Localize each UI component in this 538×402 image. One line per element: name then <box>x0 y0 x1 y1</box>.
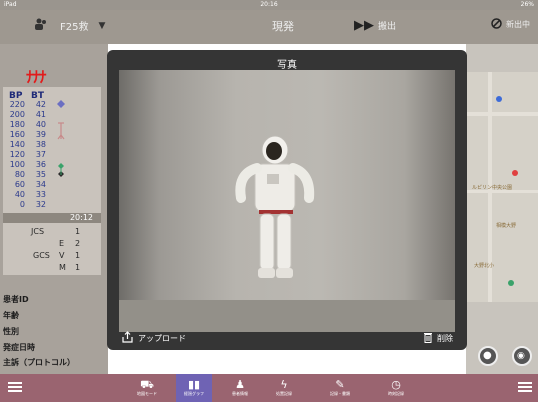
upload-label: アップロード <box>138 333 186 343</box>
nav-map[interactable]: ⛟ 地図モード <box>129 374 165 402</box>
upload-button[interactable]: アップロード <box>122 331 186 345</box>
left-panel: ﾅﾅﾅ BP BT 220 42 200 41 180 40 160 39 140 38 … <box>0 44 108 374</box>
block-button[interactable]: 新出中 <box>491 18 530 31</box>
upload-icon <box>122 331 133 345</box>
gcs-m-label: M <box>59 263 66 272</box>
ambulance-icon: ⛟ <box>140 378 154 391</box>
delete-button[interactable]: 削除 <box>423 331 453 345</box>
map-label: ルピリン中央公園 <box>472 185 513 191</box>
nav-graph[interactable]: ▮▮ 経過グラフ <box>176 374 212 402</box>
nav-documents[interactable]: ✎ 記録・書類 <box>322 374 358 402</box>
team-icon <box>34 18 48 33</box>
lightning-icon: ϟ <box>280 378 288 391</box>
gcs-e-value: 2 <box>75 239 81 248</box>
vitals-markers <box>57 100 65 177</box>
chevron-down-icon: ▼ <box>98 20 106 31</box>
team-label: F25救 <box>60 22 89 33</box>
block-icon <box>491 18 502 31</box>
clock: 20:16 <box>260 1 278 8</box>
pen-icon: ✎ <box>335 378 345 391</box>
map-label: 相模大野 <box>496 223 517 229</box>
vitals-chart[interactable]: BP BT 220 42 200 41 180 40 160 39 140 38 120 3… <box>3 87 101 275</box>
map-pin-icon[interactable] <box>512 170 518 176</box>
trash-icon <box>423 331 433 345</box>
bottom-nav: ⛟ 地図モード ▮▮ 経過グラフ ♟ 患者情報 ϟ 処置記録 ✎ 記録・書類 ◷… <box>0 374 538 402</box>
transfer-label: 搬出 <box>378 22 397 32</box>
gcs-v-value: 1 <box>75 251 81 260</box>
astronaut-figure-image <box>235 135 315 278</box>
map-pin-icon[interactable] <box>496 96 502 102</box>
transfer-button[interactable]: ▶▶ 搬出 <box>354 18 396 33</box>
menu-icon[interactable] <box>8 382 22 393</box>
photo-modal: 写真 アップロード 削除 <box>107 50 467 350</box>
contact-button[interactable]: ● <box>478 346 498 366</box>
age-label[interactable]: 年齢 <box>3 310 19 321</box>
gcs-m-value: 1 <box>75 263 81 272</box>
bp-marker-icon <box>57 100 65 108</box>
fast-forward-icon: ▶▶ <box>354 18 374 33</box>
bar-chart-icon: ▮▮ <box>187 378 201 391</box>
block-label: 新出中 <box>506 20 530 29</box>
nav-timer[interactable]: ◷ 時刻記録 <box>378 374 414 402</box>
battery-label: 26% <box>520 1 534 8</box>
map-view[interactable]: ルピリン中央公園 相模大野 大野北小 <box>466 72 538 302</box>
site-label: 現発 <box>272 20 294 33</box>
timer-icon: ◷ <box>391 378 401 391</box>
onset-label[interactable]: 発症日時 <box>3 342 35 353</box>
team-selector[interactable]: F25救 ▼ <box>34 18 105 33</box>
gcs-e-label: E <box>59 239 65 248</box>
patient-id-label[interactable]: 患者ID <box>3 294 29 305</box>
nav-treatment[interactable]: ϟ 処置記録 <box>266 374 302 402</box>
jcs-value: 1 <box>75 227 81 236</box>
sex-label[interactable]: 性別 <box>3 326 19 337</box>
map-pin-icon[interactable] <box>508 280 514 286</box>
map-label: 大野北小 <box>474 263 495 269</box>
gcs-label: GCS <box>33 251 50 260</box>
menu-right-icon[interactable] <box>518 382 532 393</box>
camera-button[interactable]: ◉ <box>512 346 532 366</box>
person-icon: ● <box>483 350 492 361</box>
delete-label: 削除 <box>437 333 453 343</box>
top-toolbar: F25救 ▼ 現発 ▶▶ 搬出 新出中 <box>0 10 538 44</box>
modal-title: 写真 <box>277 60 297 71</box>
patient-icon: ♟ <box>235 378 245 391</box>
camera-icon: ◉ <box>517 351 525 361</box>
complaint-label[interactable]: 主訴（プロトコル） <box>3 357 75 368</box>
jcs-label: JCS <box>31 227 45 236</box>
alert-indicator: ﾅﾅﾅ <box>26 68 46 86</box>
gcs-v-label: V <box>59 251 65 260</box>
nav-patient[interactable]: ♟ 患者情報 <box>222 374 258 402</box>
photo-view[interactable] <box>119 70 455 332</box>
site-status[interactable]: 現発 <box>272 18 294 34</box>
status-bar: iPad 20:16 26% <box>0 0 538 10</box>
vitals-time: 20:12 <box>3 213 101 223</box>
